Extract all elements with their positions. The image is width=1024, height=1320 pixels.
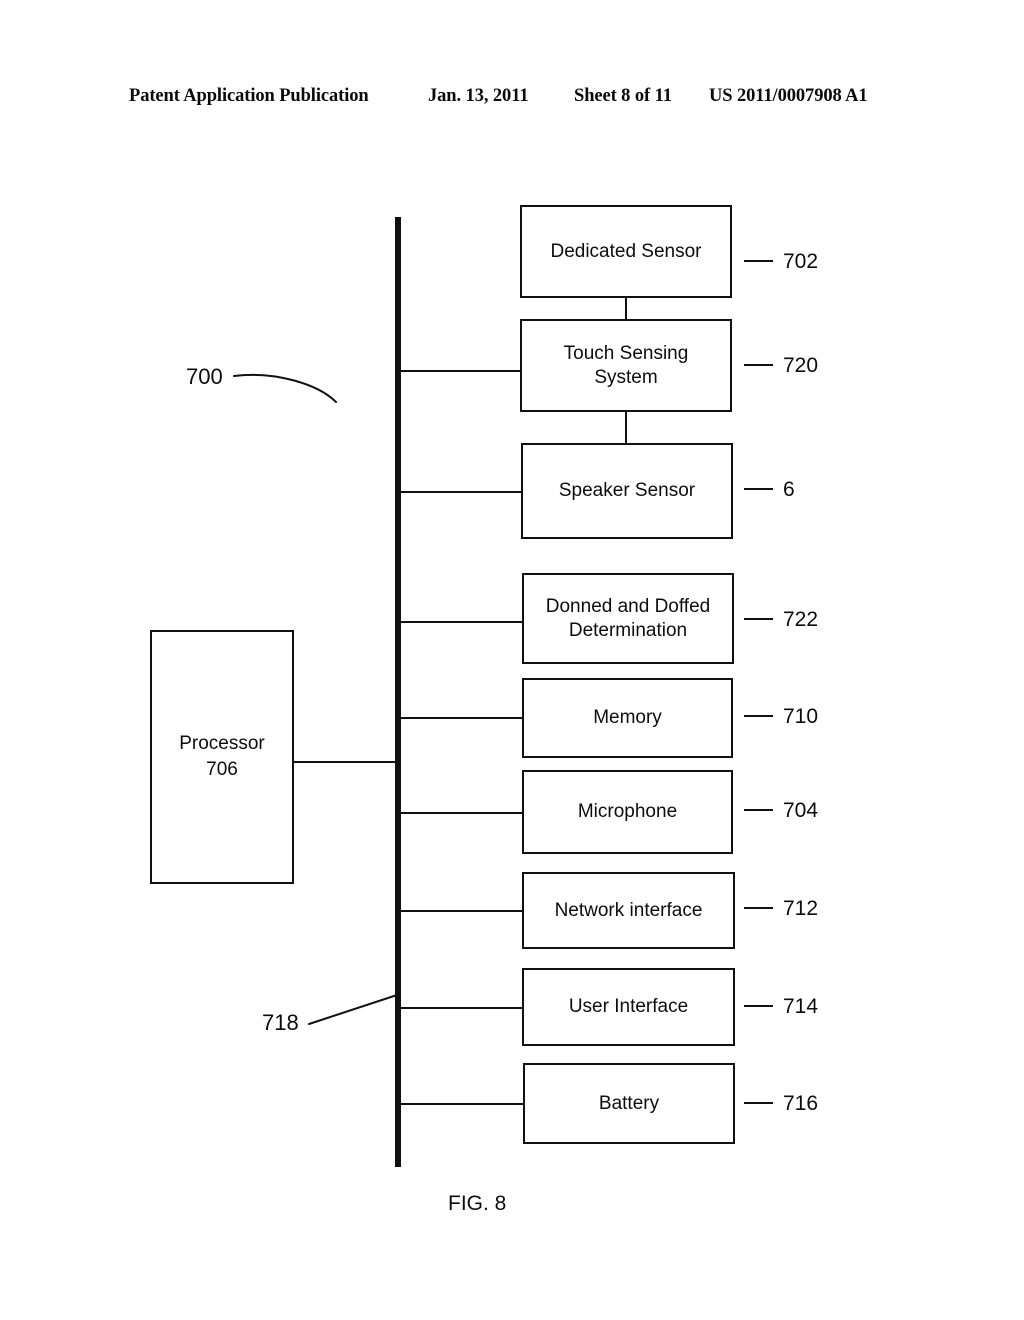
reference-numeral-712: 712: [783, 897, 819, 920]
block-touch-sensing-system[interactable]: Touch Sensing System: [520, 319, 732, 412]
reference-numeral-718: 718: [262, 1010, 299, 1035]
block-battery[interactable]: Battery: [523, 1063, 735, 1144]
reference-numeral-714: 714: [783, 995, 819, 1018]
block-dedicated-sensor-label: Dedicated Sensor: [550, 240, 702, 262]
block-network-interface-label: Network interface: [554, 899, 703, 921]
block-processor[interactable]: Processor 706: [150, 630, 294, 884]
block-microphone[interactable]: Microphone: [522, 770, 733, 854]
block-processor-label: Processor 706: [179, 733, 265, 780]
leader-700: [233, 373, 337, 403]
block-memory-label: Memory: [593, 707, 662, 728]
reference-numeral-6: 6: [783, 478, 795, 501]
reference-numeral-722: 722: [783, 608, 819, 631]
reference-numeral-720: 720: [783, 354, 819, 377]
reference-numeral-704: 704: [783, 799, 819, 822]
block-user-interface[interactable]: User Interface: [522, 968, 735, 1046]
block-speaker-sensor[interactable]: Speaker Sensor: [521, 443, 733, 539]
block-donned-and-doffed-determination-label: Donned and Doffed Determination: [545, 595, 711, 641]
block-network-interface[interactable]: Network interface: [522, 872, 735, 949]
block-user-interface-label: User Interface: [568, 996, 689, 1017]
reference-numeral-716: 716: [783, 1092, 819, 1115]
block-dedicated-sensor[interactable]: Dedicated Sensor: [520, 205, 732, 298]
block-donned-and-doffed-determination[interactable]: Donned and Doffed Determination: [522, 573, 734, 664]
block-microphone-label: Microphone: [577, 801, 678, 822]
reference-numeral-710: 710: [783, 705, 819, 728]
block-memory[interactable]: Memory: [522, 678, 733, 758]
reference-numeral-700: 700: [186, 364, 223, 389]
block-touch-sensing-system-label: Touch Sensing System: [563, 342, 689, 388]
block-speaker-sensor-label: Speaker Sensor: [558, 480, 696, 501]
reference-numeral-702: 702: [783, 250, 819, 273]
figure-caption: FIG. 8: [448, 1192, 507, 1215]
patent-figure: Processor 706 Dedicated Sensor Touch Sen…: [0, 0, 1024, 1320]
block-battery-label: Battery: [598, 1092, 660, 1114]
leader-718: [308, 994, 398, 1025]
